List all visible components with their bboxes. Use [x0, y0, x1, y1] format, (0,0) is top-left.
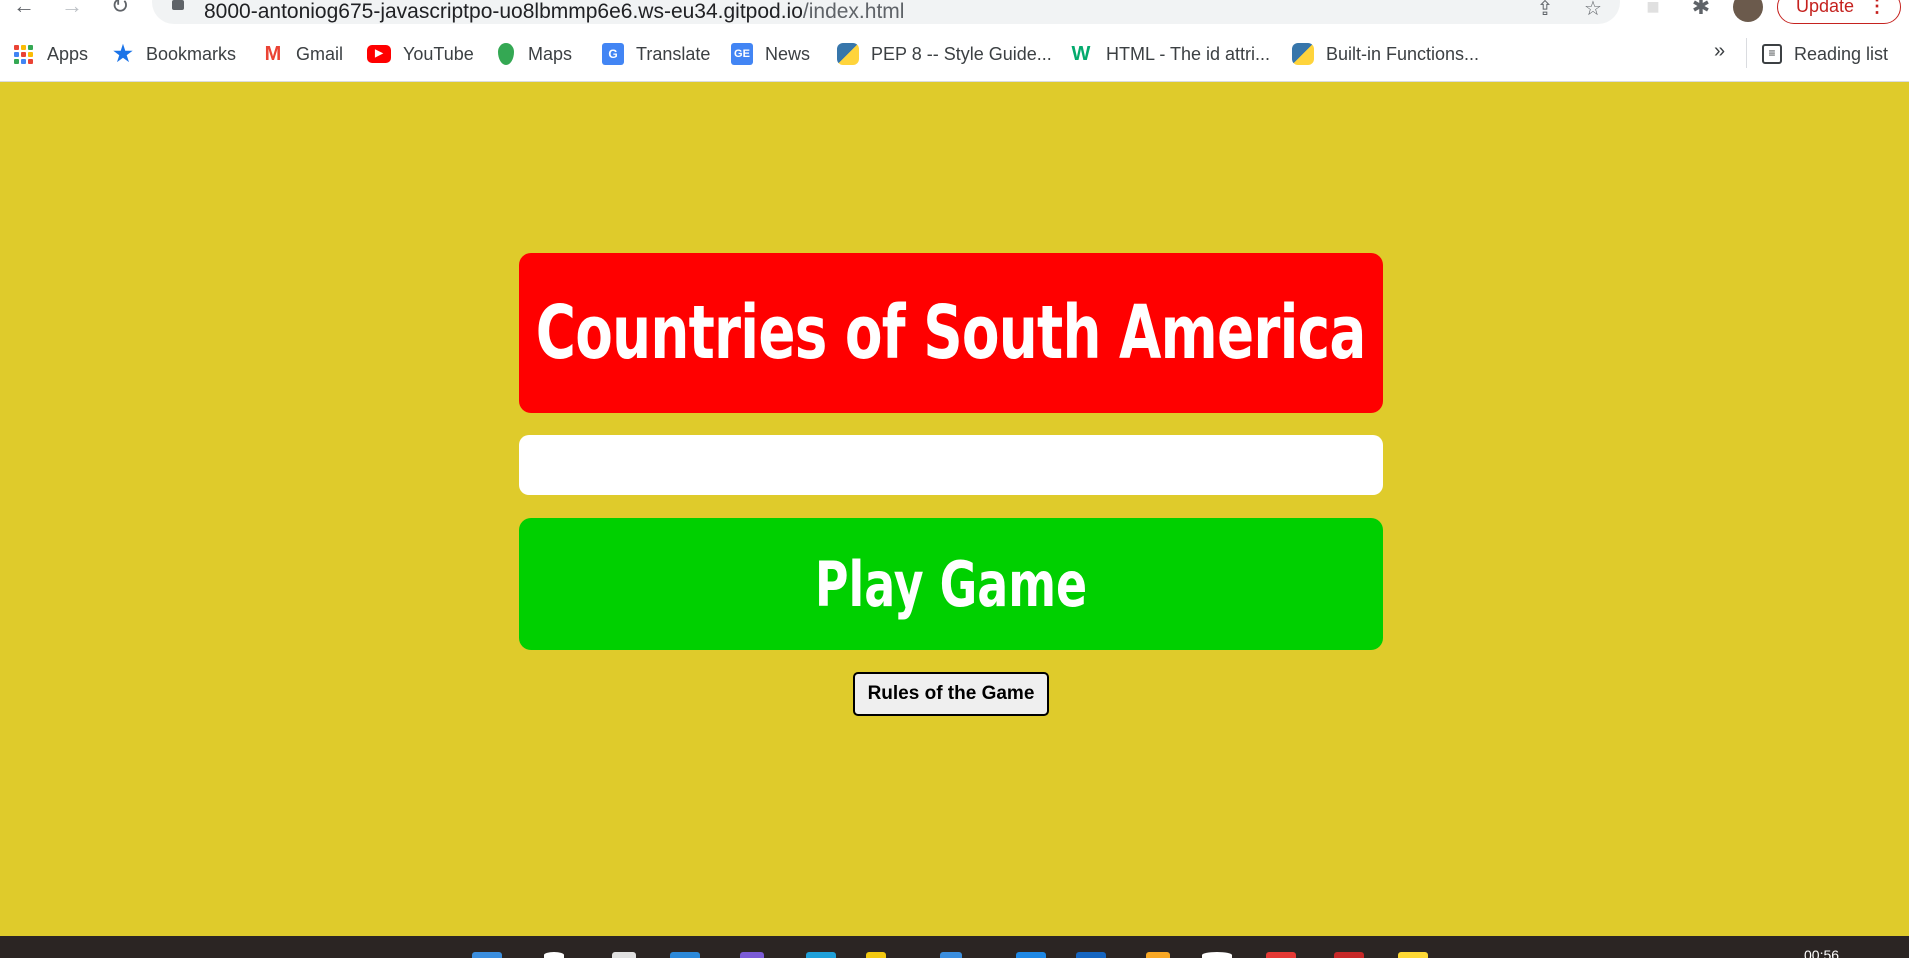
start-icon[interactable]	[472, 952, 502, 958]
gmail-icon: M	[264, 43, 282, 65]
word-icon[interactable]	[1076, 952, 1106, 958]
bookmark-label: PEP 8 -- Style Guide...	[871, 43, 1052, 64]
bookmark-bookmarks[interactable]: ★ Bookmarks	[112, 42, 236, 66]
bookmark-label: Bookmarks	[146, 43, 237, 64]
bookmark-w3schools[interactable]: W HTML - The id attri...	[1068, 42, 1271, 66]
bookmark-label: YouTube	[403, 43, 474, 64]
lock-icon	[172, 0, 184, 10]
url-text: 8000-antoniog675-javascriptpo-uo8lbmmp6e…	[204, 0, 905, 23]
bookmark-pep8[interactable]: PEP 8 -- Style Guide...	[837, 42, 1052, 66]
page-title: Countries of South America	[536, 290, 1367, 376]
bookmark-gmail[interactable]: M Gmail	[262, 42, 343, 66]
python-icon	[837, 43, 859, 65]
reading-list-icon: ≡	[1762, 44, 1782, 64]
address-bar[interactable]: 8000-antoniog675-javascriptpo-uo8lbmmp6e…	[152, 0, 1620, 24]
mail-icon[interactable]	[670, 952, 700, 958]
os-taskbar: 00:56	[0, 936, 1909, 958]
bookmarks-bar: Apps ★ Bookmarks M Gmail ▶ YouTube Maps …	[0, 26, 1909, 82]
search-icon[interactable]	[544, 952, 564, 958]
app-icon-2[interactable]	[1146, 952, 1170, 958]
forward-icon[interactable]: →	[58, 0, 86, 18]
bookmark-label: News	[765, 43, 811, 64]
browser-toolbar: ← → ↻ 8000-antoniog675-javascriptpo-uo8l…	[0, 0, 1909, 26]
reading-list-label: Reading list	[1794, 43, 1889, 64]
play-game-button[interactable]: Play Game	[519, 518, 1383, 650]
update-label: Update	[1796, 0, 1855, 16]
answer-input[interactable]	[519, 435, 1383, 495]
profile-avatar[interactable]	[1733, 0, 1763, 22]
bookmark-news[interactable]: GE News	[731, 42, 810, 66]
back-icon[interactable]: ←	[10, 0, 38, 18]
bookmarks-divider	[1746, 38, 1747, 68]
bookmark-maps[interactable]: Maps	[498, 42, 572, 66]
apps-grid-icon	[14, 44, 33, 64]
translate-icon: G	[602, 43, 624, 65]
bookmark-label: Maps	[528, 43, 573, 64]
bookmark-label: Apps	[47, 43, 89, 64]
bookmark-apps[interactable]: Apps	[14, 42, 88, 66]
bookmark-youtube[interactable]: ▶ YouTube	[367, 42, 474, 66]
youtube-icon: ▶	[367, 45, 391, 63]
extension-icon[interactable]: ■	[1640, 0, 1666, 20]
chrome-icon[interactable]	[1202, 952, 1232, 958]
store-icon[interactable]	[940, 952, 962, 958]
bookmark-star-icon[interactable]: ☆	[1580, 0, 1606, 20]
app-icon-4[interactable]	[1334, 952, 1364, 958]
share-icon[interactable]: ⇪	[1532, 0, 1558, 20]
maps-pin-icon	[498, 43, 514, 65]
w3schools-icon: W	[1071, 43, 1091, 65]
play-game-label: Play Game	[814, 547, 1088, 621]
taskbar-clock: 00:56	[1804, 947, 1840, 958]
rules-button[interactable]: Rules of the Game	[853, 672, 1049, 716]
star-icon: ★	[113, 41, 133, 66]
notes-icon[interactable]	[1398, 952, 1428, 958]
app-icon[interactable]	[740, 952, 764, 958]
menu-dots-icon: ⋮	[1868, 0, 1886, 16]
game-title-banner: Countries of South America	[519, 253, 1383, 413]
reading-list-button[interactable]: ≡ Reading list	[1762, 42, 1888, 66]
bookmark-builtin-functions[interactable]: Built-in Functions...	[1292, 42, 1479, 66]
news-icon: GE	[731, 43, 753, 65]
bookmark-label: Gmail	[296, 43, 344, 64]
python-icon	[1292, 43, 1314, 65]
task-view-icon[interactable]	[612, 952, 636, 958]
bookmark-translate[interactable]: G Translate	[602, 42, 710, 66]
bookmark-label: Translate	[636, 43, 711, 64]
more-bookmarks-icon[interactable]: »	[1714, 40, 1725, 63]
reload-icon[interactable]: ↻	[106, 0, 134, 18]
bookmark-label: HTML - The id attri...	[1106, 43, 1271, 64]
bookmark-label: Built-in Functions...	[1326, 43, 1480, 64]
file-explorer-icon[interactable]	[866, 952, 886, 958]
app-icon-3[interactable]	[1266, 952, 1296, 958]
update-button[interactable]: Update ⋮	[1777, 0, 1901, 24]
edge-icon[interactable]	[806, 952, 836, 958]
vscode-icon[interactable]	[1016, 952, 1046, 958]
extensions-puzzle-icon[interactable]: ✱	[1688, 0, 1714, 20]
